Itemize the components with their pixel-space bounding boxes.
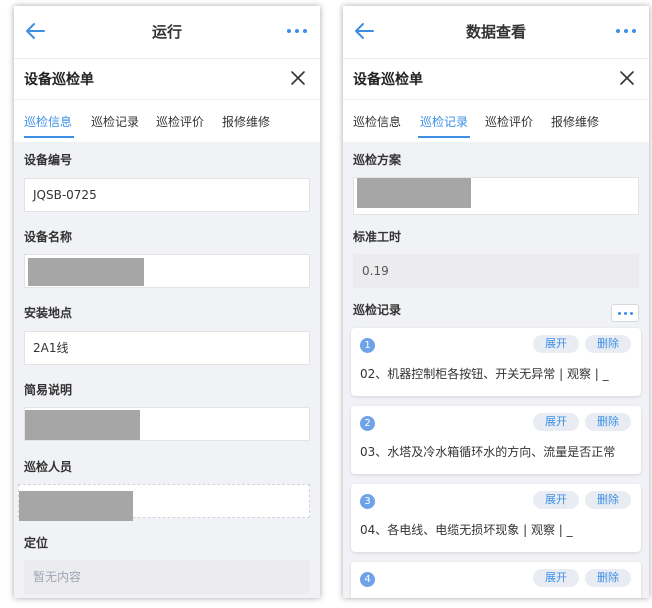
record-index-badge: 2 — [360, 416, 375, 431]
inspector-field[interactable] — [18, 484, 310, 521]
record-card: 1 展开 删除 02、机器控制柜各按钮、开关无异常 | 观察 | _ — [351, 328, 641, 396]
tab-repair-maintenance[interactable]: 报修维修 — [222, 113, 270, 130]
top-bar: 运行 — [14, 6, 320, 58]
plan-field[interactable] — [353, 177, 639, 215]
device-name-field[interactable] — [24, 254, 310, 288]
page-title: 运行 — [151, 23, 182, 41]
delete-button[interactable]: 删除 — [585, 569, 631, 587]
tab-inspection-info[interactable]: 巡检信息 — [353, 113, 401, 130]
active-tab-indicator — [418, 136, 470, 138]
page-title: 数据查看 — [465, 23, 526, 41]
record-index-badge: 4 — [360, 572, 375, 587]
active-tab-indicator — [24, 136, 74, 138]
location-field[interactable]: 暂无内容 — [24, 560, 310, 594]
sheet-title: 设备巡检单 — [24, 72, 94, 88]
device-no-label: 设备编号 — [24, 153, 73, 167]
delete-button[interactable]: 删除 — [585, 491, 631, 509]
std-hours-field: 0.19 — [353, 254, 639, 288]
expand-button[interactable]: 展开 — [533, 569, 579, 587]
redacted-block — [25, 410, 140, 440]
form-body: 设备编号 JQSB-0725 设备名称 安装地点 2A1线 简易说明 巡检人员 … — [14, 144, 320, 598]
sheet-header: 设备巡检单 — [14, 58, 320, 99]
tab-repair-maintenance[interactable]: 报修维修 — [551, 113, 599, 130]
tab-inspection-evaluation[interactable]: 巡检评价 — [485, 113, 533, 130]
location-label: 定位 — [24, 536, 49, 550]
redacted-block — [28, 258, 144, 286]
device-no-field[interactable]: JQSB-0725 — [24, 178, 310, 212]
record-text: 03、水塔及冷水箱循环水的方向、流量是否正常 — [360, 445, 616, 459]
record-card: 3 展开 删除 04、各电线、电缆无损坏现象 | 观察 | _ — [351, 484, 641, 552]
more-dots-icon[interactable] — [286, 28, 308, 34]
brief-desc-field[interactable] — [24, 407, 310, 441]
record-text: 04、各电线、电缆无损坏现象 | 观察 | _ — [360, 523, 573, 537]
expand-button[interactable]: 展开 — [533, 491, 579, 509]
install-location-label: 安装地点 — [24, 306, 73, 320]
tab-bar: 巡检信息 巡检记录 巡检评价 报修维修 — [343, 99, 649, 142]
records-more-button[interactable] — [611, 304, 639, 322]
record-index-badge: 1 — [360, 338, 375, 353]
brief-desc-label: 简易说明 — [24, 383, 73, 397]
top-bar: 数据查看 — [343, 6, 649, 58]
record-card: 2 展开 删除 03、水塔及冷水箱循环水的方向、流量是否正常 — [351, 406, 641, 474]
record-text: 02、机器控制柜各按钮、开关无异常 | 观察 | _ — [360, 367, 609, 381]
inspector-label: 巡检人员 — [24, 460, 73, 474]
tab-inspection-evaluation[interactable]: 巡检评价 — [156, 113, 204, 130]
std-hours-label: 标准工时 — [353, 230, 402, 244]
left-screen: 运行 设备巡检单 巡检信息 巡检记录 巡检评价 报修维修 设备编号 JQSB-0… — [14, 6, 320, 598]
expand-button[interactable]: 展开 — [533, 413, 579, 431]
delete-button[interactable]: 删除 — [585, 335, 631, 353]
tab-inspection-records[interactable]: 巡检记录 — [91, 113, 139, 130]
redacted-block — [19, 491, 133, 521]
tab-inspection-info[interactable]: 巡检信息 — [24, 113, 72, 130]
redacted-block — [357, 178, 471, 208]
device-name-label: 设备名称 — [24, 230, 73, 244]
tab-inspection-records[interactable]: 巡检记录 — [420, 113, 468, 130]
delete-button[interactable]: 删除 — [585, 413, 631, 431]
right-screen: 数据查看 设备巡检单 巡检信息 巡检记录 巡检评价 报修维修 巡检方案 标准工时… — [343, 6, 649, 598]
records-label: 巡检记录 — [353, 303, 402, 317]
sheet-title: 设备巡检单 — [353, 72, 423, 88]
record-index-badge: 3 — [360, 494, 375, 509]
records-body: 巡检方案 标准工时 0.19 巡检记录 1 展开 删除 02、机器控制柜各按钮、… — [343, 144, 649, 598]
record-card: 4 展开 删除 — [351, 562, 641, 598]
close-icon[interactable] — [619, 70, 635, 86]
close-icon[interactable] — [290, 70, 306, 86]
expand-button[interactable]: 展开 — [533, 335, 579, 353]
install-location-field[interactable]: 2A1线 — [24, 331, 310, 365]
tab-bar: 巡检信息 巡检记录 巡检评价 报修维修 — [14, 99, 320, 142]
sheet-header: 设备巡检单 — [343, 58, 649, 99]
plan-label: 巡检方案 — [353, 153, 402, 167]
more-dots-icon[interactable] — [615, 28, 637, 34]
